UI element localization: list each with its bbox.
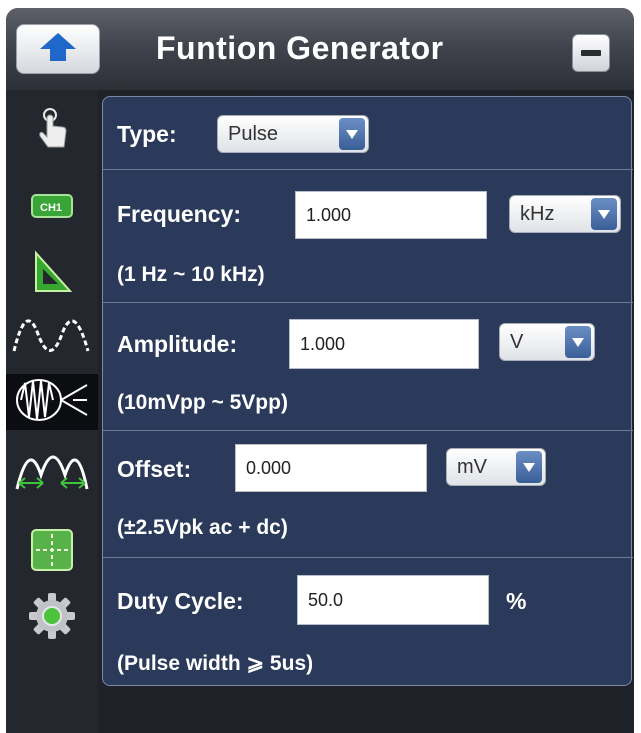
signal-generator-icon <box>13 375 91 430</box>
channel-icon: CH1 <box>30 191 74 226</box>
chevron-down-icon <box>591 198 617 230</box>
sidebar: CH1 <box>6 90 98 733</box>
duty-cycle-row: Duty Cycle: 50.0 % (Pulse width ⩾ 5us) <box>103 557 633 685</box>
type-row: Type: Pulse <box>103 97 633 170</box>
offset-range: (±2.5Vpk ac + dc) <box>117 516 288 539</box>
svg-text:CH1: CH1 <box>40 202 62 214</box>
offset-unit-select[interactable]: mV <box>446 448 546 486</box>
offset-label: Offset: <box>117 456 192 482</box>
back-button[interactable] <box>16 24 100 74</box>
duty-cycle-note: (Pulse width ⩾ 5us) <box>117 652 314 675</box>
duty-cycle-input[interactable]: 50.0 <box>297 575 489 625</box>
frequency-input[interactable]: 1.000 <box>295 191 487 239</box>
amplitude-unit-select[interactable]: V <box>499 323 595 361</box>
window-title: Funtion Generator <box>156 30 444 66</box>
waveform-measure-icon <box>13 445 91 500</box>
sidebar-item-cursor[interactable] <box>12 524 92 580</box>
settings-panel: Type: Pulse Frequency: 1.000 kHz (1 Hz ~… <box>102 96 633 686</box>
amplitude-range: (10mVpp ~ 5Vpp) <box>117 391 288 414</box>
amplitude-input[interactable]: 1.000 <box>289 319 479 369</box>
function-generator-window: Funtion Generator CH1 Type: Pulse Freque… <box>6 8 634 733</box>
frequency-label: Frequency: <box>117 201 241 227</box>
waveform-icon <box>12 309 92 364</box>
sidebar-item-measure[interactable] <box>12 246 92 302</box>
cursor-crosshair-icon <box>30 528 74 577</box>
type-value: Pulse <box>228 122 279 145</box>
offset-input[interactable]: 0.000 <box>235 444 427 492</box>
frequency-unit: kHz <box>520 202 555 225</box>
sidebar-item-signal-generator[interactable] <box>6 374 98 430</box>
offset-row: Offset: 0.000 mV (±2.5Vpk ac + dc) <box>103 430 633 558</box>
type-select[interactable]: Pulse <box>217 115 369 153</box>
minimize-icon <box>581 50 601 56</box>
duty-cycle-label: Duty Cycle: <box>117 588 244 614</box>
sidebar-item-channel[interactable]: CH1 <box>12 180 92 236</box>
gear-icon <box>28 592 76 645</box>
amplitude-row: Amplitude: 1.000 V (10mVpp ~ 5Vpp) <box>103 302 633 431</box>
offset-unit: mV <box>457 455 487 478</box>
up-arrow-icon <box>38 31 78 68</box>
duty-cycle-unit: % <box>506 588 527 614</box>
chevron-down-icon <box>565 326 591 358</box>
amplitude-unit: V <box>510 330 524 353</box>
chevron-down-icon <box>516 451 542 483</box>
sidebar-item-waveform[interactable] <box>12 308 92 364</box>
type-label: Type: <box>117 121 177 147</box>
chevron-down-icon <box>339 118 365 150</box>
frequency-range: (1 Hz ~ 10 kHz) <box>117 263 265 286</box>
minimize-button[interactable] <box>572 34 610 72</box>
amplitude-label: Amplitude: <box>117 331 238 357</box>
frequency-unit-select[interactable]: kHz <box>509 195 621 233</box>
sidebar-item-touch[interactable] <box>12 104 92 160</box>
ruler-triangle-icon <box>30 249 74 300</box>
hand-pointer-icon <box>32 107 72 158</box>
sidebar-item-wave-measure[interactable] <box>12 444 92 500</box>
sidebar-item-settings[interactable] <box>12 590 92 646</box>
title-bar: Funtion Generator <box>6 8 634 90</box>
frequency-row: Frequency: 1.000 kHz (1 Hz ~ 10 kHz) <box>103 169 633 303</box>
